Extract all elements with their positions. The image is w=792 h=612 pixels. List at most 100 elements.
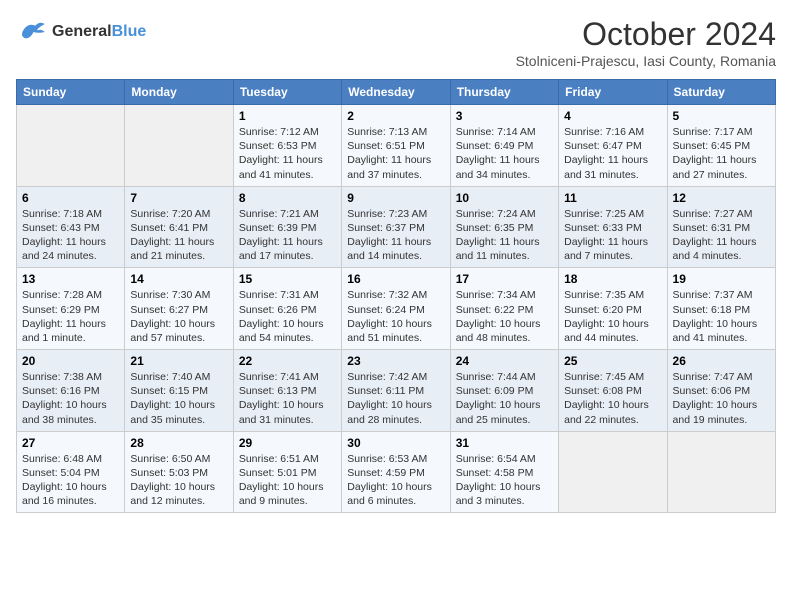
day-detail: Sunrise: 7:38 AM Sunset: 6:16 PM Dayligh… <box>22 370 119 427</box>
day-detail: Sunrise: 6:50 AM Sunset: 5:03 PM Dayligh… <box>130 452 227 509</box>
calendar-cell: 18 Sunrise: 7:35 AM Sunset: 6:20 PM Dayli… <box>559 268 667 350</box>
day-number: 2 <box>347 109 444 123</box>
calendar-header-row: SundayMondayTuesdayWednesdayThursdayFrid… <box>17 80 776 105</box>
day-number: 3 <box>456 109 553 123</box>
day-number: 18 <box>564 272 661 286</box>
day-detail: Sunrise: 7:12 AM Sunset: 6:53 PM Dayligh… <box>239 125 336 182</box>
calendar-cell: 2 Sunrise: 7:13 AM Sunset: 6:51 PM Daylig… <box>342 105 450 187</box>
day-number: 10 <box>456 191 553 205</box>
day-detail: Sunrise: 7:32 AM Sunset: 6:24 PM Dayligh… <box>347 288 444 345</box>
day-detail: Sunrise: 7:30 AM Sunset: 6:27 PM Dayligh… <box>130 288 227 345</box>
calendar-cell: 26 Sunrise: 7:47 AM Sunset: 6:06 PM Dayli… <box>667 350 775 432</box>
day-number: 14 <box>130 272 227 286</box>
day-detail: Sunrise: 7:17 AM Sunset: 6:45 PM Dayligh… <box>673 125 770 182</box>
calendar-cell: 13Sunrise: 7:28 AM Sunset: 6:29 PM Dayli… <box>17 268 125 350</box>
calendar-cell: 3 Sunrise: 7:14 AM Sunset: 6:49 PM Daylig… <box>450 105 558 187</box>
day-number: 30 <box>347 436 444 450</box>
day-detail: Sunrise: 7:23 AM Sunset: 6:37 PM Dayligh… <box>347 207 444 264</box>
day-number: 7 <box>130 191 227 205</box>
day-detail: Sunrise: 7:40 AM Sunset: 6:15 PM Dayligh… <box>130 370 227 427</box>
calendar-cell: 6 Sunrise: 7:18 AM Sunset: 6:43 PM Daylig… <box>17 186 125 268</box>
calendar-cell <box>559 431 667 513</box>
calendar-row: 6 Sunrise: 7:18 AM Sunset: 6:43 PM Daylig… <box>17 186 776 268</box>
weekday-header-friday: Friday <box>559 80 667 105</box>
day-number: 5 <box>673 109 770 123</box>
day-detail: Sunrise: 6:54 AM Sunset: 4:58 PM Dayligh… <box>456 452 553 509</box>
day-number: 31 <box>456 436 553 450</box>
calendar-table: SundayMondayTuesdayWednesdayThursdayFrid… <box>16 79 776 513</box>
calendar-cell: 30 Sunrise: 6:53 AM Sunset: 4:59 PM Dayli… <box>342 431 450 513</box>
month-title: October 2024 <box>516 16 776 53</box>
day-number: 8 <box>239 191 336 205</box>
day-detail: Sunrise: 6:53 AM Sunset: 4:59 PM Dayligh… <box>347 452 444 509</box>
day-detail: Sunrise: 7:14 AM Sunset: 6:49 PM Dayligh… <box>456 125 553 182</box>
calendar-cell: 22 Sunrise: 7:41 AM Sunset: 6:13 PM Dayli… <box>233 350 341 432</box>
calendar-cell: 29Sunrise: 6:51 AM Sunset: 5:01 PM Dayli… <box>233 431 341 513</box>
day-detail: Sunrise: 7:21 AM Sunset: 6:39 PM Dayligh… <box>239 207 336 264</box>
calendar-cell: 10 Sunrise: 7:24 AM Sunset: 6:35 PM Dayli… <box>450 186 558 268</box>
weekday-header-sunday: Sunday <box>17 80 125 105</box>
day-detail: Sunrise: 7:47 AM Sunset: 6:06 PM Dayligh… <box>673 370 770 427</box>
day-number: 22 <box>239 354 336 368</box>
calendar-cell: 15 Sunrise: 7:31 AM Sunset: 6:26 PM Dayli… <box>233 268 341 350</box>
day-number: 21 <box>130 354 227 368</box>
calendar-cell: 24 Sunrise: 7:44 AM Sunset: 6:09 PM Dayli… <box>450 350 558 432</box>
day-detail: Sunrise: 6:48 AM Sunset: 5:04 PM Dayligh… <box>22 452 119 509</box>
day-number: 15 <box>239 272 336 286</box>
calendar-body: 1Sunrise: 7:12 AM Sunset: 6:53 PM Daylig… <box>17 105 776 513</box>
calendar-cell: 25 Sunrise: 7:45 AM Sunset: 6:08 PM Dayli… <box>559 350 667 432</box>
day-number: 28 <box>130 436 227 450</box>
day-number: 11 <box>564 191 661 205</box>
day-detail: Sunrise: 7:18 AM Sunset: 6:43 PM Dayligh… <box>22 207 119 264</box>
calendar-cell: 7Sunrise: 7:20 AM Sunset: 6:41 PM Daylig… <box>125 186 233 268</box>
calendar-cell: 21 Sunrise: 7:40 AM Sunset: 6:15 PM Dayli… <box>125 350 233 432</box>
day-number: 9 <box>347 191 444 205</box>
day-detail: Sunrise: 7:44 AM Sunset: 6:09 PM Dayligh… <box>456 370 553 427</box>
calendar-cell <box>125 105 233 187</box>
day-number: 20 <box>22 354 119 368</box>
weekday-header-saturday: Saturday <box>667 80 775 105</box>
calendar-cell: 14 Sunrise: 7:30 AM Sunset: 6:27 PM Dayli… <box>125 268 233 350</box>
logo-icon <box>16 16 48 48</box>
day-detail: Sunrise: 7:45 AM Sunset: 6:08 PM Dayligh… <box>564 370 661 427</box>
weekday-header-monday: Monday <box>125 80 233 105</box>
day-detail: Sunrise: 7:34 AM Sunset: 6:22 PM Dayligh… <box>456 288 553 345</box>
day-detail: Sunrise: 7:27 AM Sunset: 6:31 PM Dayligh… <box>673 207 770 264</box>
calendar-cell: 4Sunrise: 7:16 AM Sunset: 6:47 PM Daylig… <box>559 105 667 187</box>
day-number: 26 <box>673 354 770 368</box>
calendar-cell: 27 Sunrise: 6:48 AM Sunset: 5:04 PM Dayli… <box>17 431 125 513</box>
day-number: 13 <box>22 272 119 286</box>
calendar-cell: 23 Sunrise: 7:42 AM Sunset: 6:11 PM Dayli… <box>342 350 450 432</box>
day-detail: Sunrise: 7:24 AM Sunset: 6:35 PM Dayligh… <box>456 207 553 264</box>
day-number: 23 <box>347 354 444 368</box>
day-detail: Sunrise: 7:41 AM Sunset: 6:13 PM Dayligh… <box>239 370 336 427</box>
day-number: 29 <box>239 436 336 450</box>
day-number: 17 <box>456 272 553 286</box>
day-number: 27 <box>22 436 119 450</box>
calendar-cell <box>667 431 775 513</box>
calendar-cell: 5 Sunrise: 7:17 AM Sunset: 6:45 PM Daylig… <box>667 105 775 187</box>
calendar-cell: 19 Sunrise: 7:37 AM Sunset: 6:18 PM Dayli… <box>667 268 775 350</box>
calendar-cell: 1Sunrise: 7:12 AM Sunset: 6:53 PM Daylig… <box>233 105 341 187</box>
day-number: 19 <box>673 272 770 286</box>
calendar-row: 1Sunrise: 7:12 AM Sunset: 6:53 PM Daylig… <box>17 105 776 187</box>
logo: GeneralBlue <box>16 16 146 48</box>
calendar-row: 13Sunrise: 7:28 AM Sunset: 6:29 PM Dayli… <box>17 268 776 350</box>
day-number: 6 <box>22 191 119 205</box>
logo-text: GeneralBlue <box>52 23 146 41</box>
day-detail: Sunrise: 7:37 AM Sunset: 6:18 PM Dayligh… <box>673 288 770 345</box>
day-detail: Sunrise: 7:35 AM Sunset: 6:20 PM Dayligh… <box>564 288 661 345</box>
calendar-cell: 9 Sunrise: 7:23 AM Sunset: 6:37 PM Daylig… <box>342 186 450 268</box>
day-detail: Sunrise: 7:13 AM Sunset: 6:51 PM Dayligh… <box>347 125 444 182</box>
calendar-cell: 20 Sunrise: 7:38 AM Sunset: 6:16 PM Dayli… <box>17 350 125 432</box>
day-detail: Sunrise: 7:42 AM Sunset: 6:11 PM Dayligh… <box>347 370 444 427</box>
day-number: 24 <box>456 354 553 368</box>
calendar-cell: 17 Sunrise: 7:34 AM Sunset: 6:22 PM Dayli… <box>450 268 558 350</box>
day-detail: Sunrise: 7:25 AM Sunset: 6:33 PM Dayligh… <box>564 207 661 264</box>
calendar-row: 27 Sunrise: 6:48 AM Sunset: 5:04 PM Dayli… <box>17 431 776 513</box>
page-header: GeneralBlue October 2024 Stolniceni-Praj… <box>16 16 776 69</box>
day-detail: Sunrise: 7:31 AM Sunset: 6:26 PM Dayligh… <box>239 288 336 345</box>
calendar-row: 20 Sunrise: 7:38 AM Sunset: 6:16 PM Dayli… <box>17 350 776 432</box>
day-number: 25 <box>564 354 661 368</box>
calendar-cell: 12Sunrise: 7:27 AM Sunset: 6:31 PM Dayli… <box>667 186 775 268</box>
